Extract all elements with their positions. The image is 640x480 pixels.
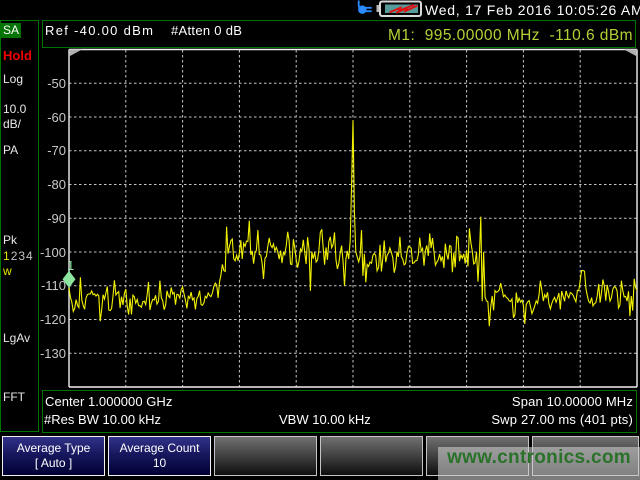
svg-text:1: 1 [67, 258, 74, 273]
